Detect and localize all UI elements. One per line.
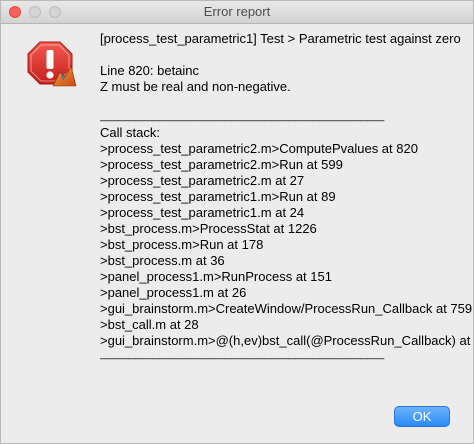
call-stack-entry: >gui_brainstorm.m>CreateWindow/ProcessRu… [100, 301, 473, 316]
warning-stop-icon [27, 39, 77, 89]
call-stack-entry: >process_test_parametric2.m at 27 [100, 173, 305, 188]
separator-top: ________________________________________… [100, 111, 385, 122]
error-detail: Z must be real and non-negative. [100, 79, 291, 94]
call-stack-list: >process_test_parametric2.m>ComputePvalu… [100, 141, 474, 349]
call-stack-entry: >bst_process.m>ProcessStat at 1226 [100, 221, 317, 236]
separator-bottom: ________________________________________… [100, 349, 385, 360]
call-stack-entry: >bst_process.m at 36 [100, 253, 225, 268]
call-stack-entry: >process_test_parametric1.m>Run at 89 [100, 189, 336, 204]
call-stack-entry: >panel_process1.m>RunProcess at 151 [100, 269, 332, 284]
error-line-info: Line 820: betainc [100, 63, 200, 78]
ok-button[interactable]: OK [394, 406, 450, 427]
error-header: [process_test_parametric1] Test > Parame… [100, 31, 461, 46]
call-stack-entry: >bst_process.m>Run at 178 [100, 237, 264, 252]
call-stack-label: Call stack: [100, 125, 160, 140]
call-stack-entry: >bst_call.m at 28 [100, 317, 199, 332]
window-title: Error report [203, 4, 271, 19]
call-stack-entry: >process_test_parametric2.m>ComputePvalu… [100, 141, 418, 156]
error-report-dialog: Error report [process_test_parametric1] … [0, 0, 474, 444]
call-stack-entry: >process_test_parametric1.m at 24 [100, 205, 305, 220]
call-stack-entry: >panel_process1.m at 26 [100, 285, 247, 300]
error-message: [process_test_parametric1] Test > Parame… [100, 31, 474, 363]
call-stack-entry: >process_test_parametric2.m>Run at 599 [100, 157, 343, 172]
call-stack-entry: >gui_brainstorm.m>@(h,ev)bst_call(@Proce… [100, 333, 474, 348]
title-bar: Error report [1, 1, 473, 24]
